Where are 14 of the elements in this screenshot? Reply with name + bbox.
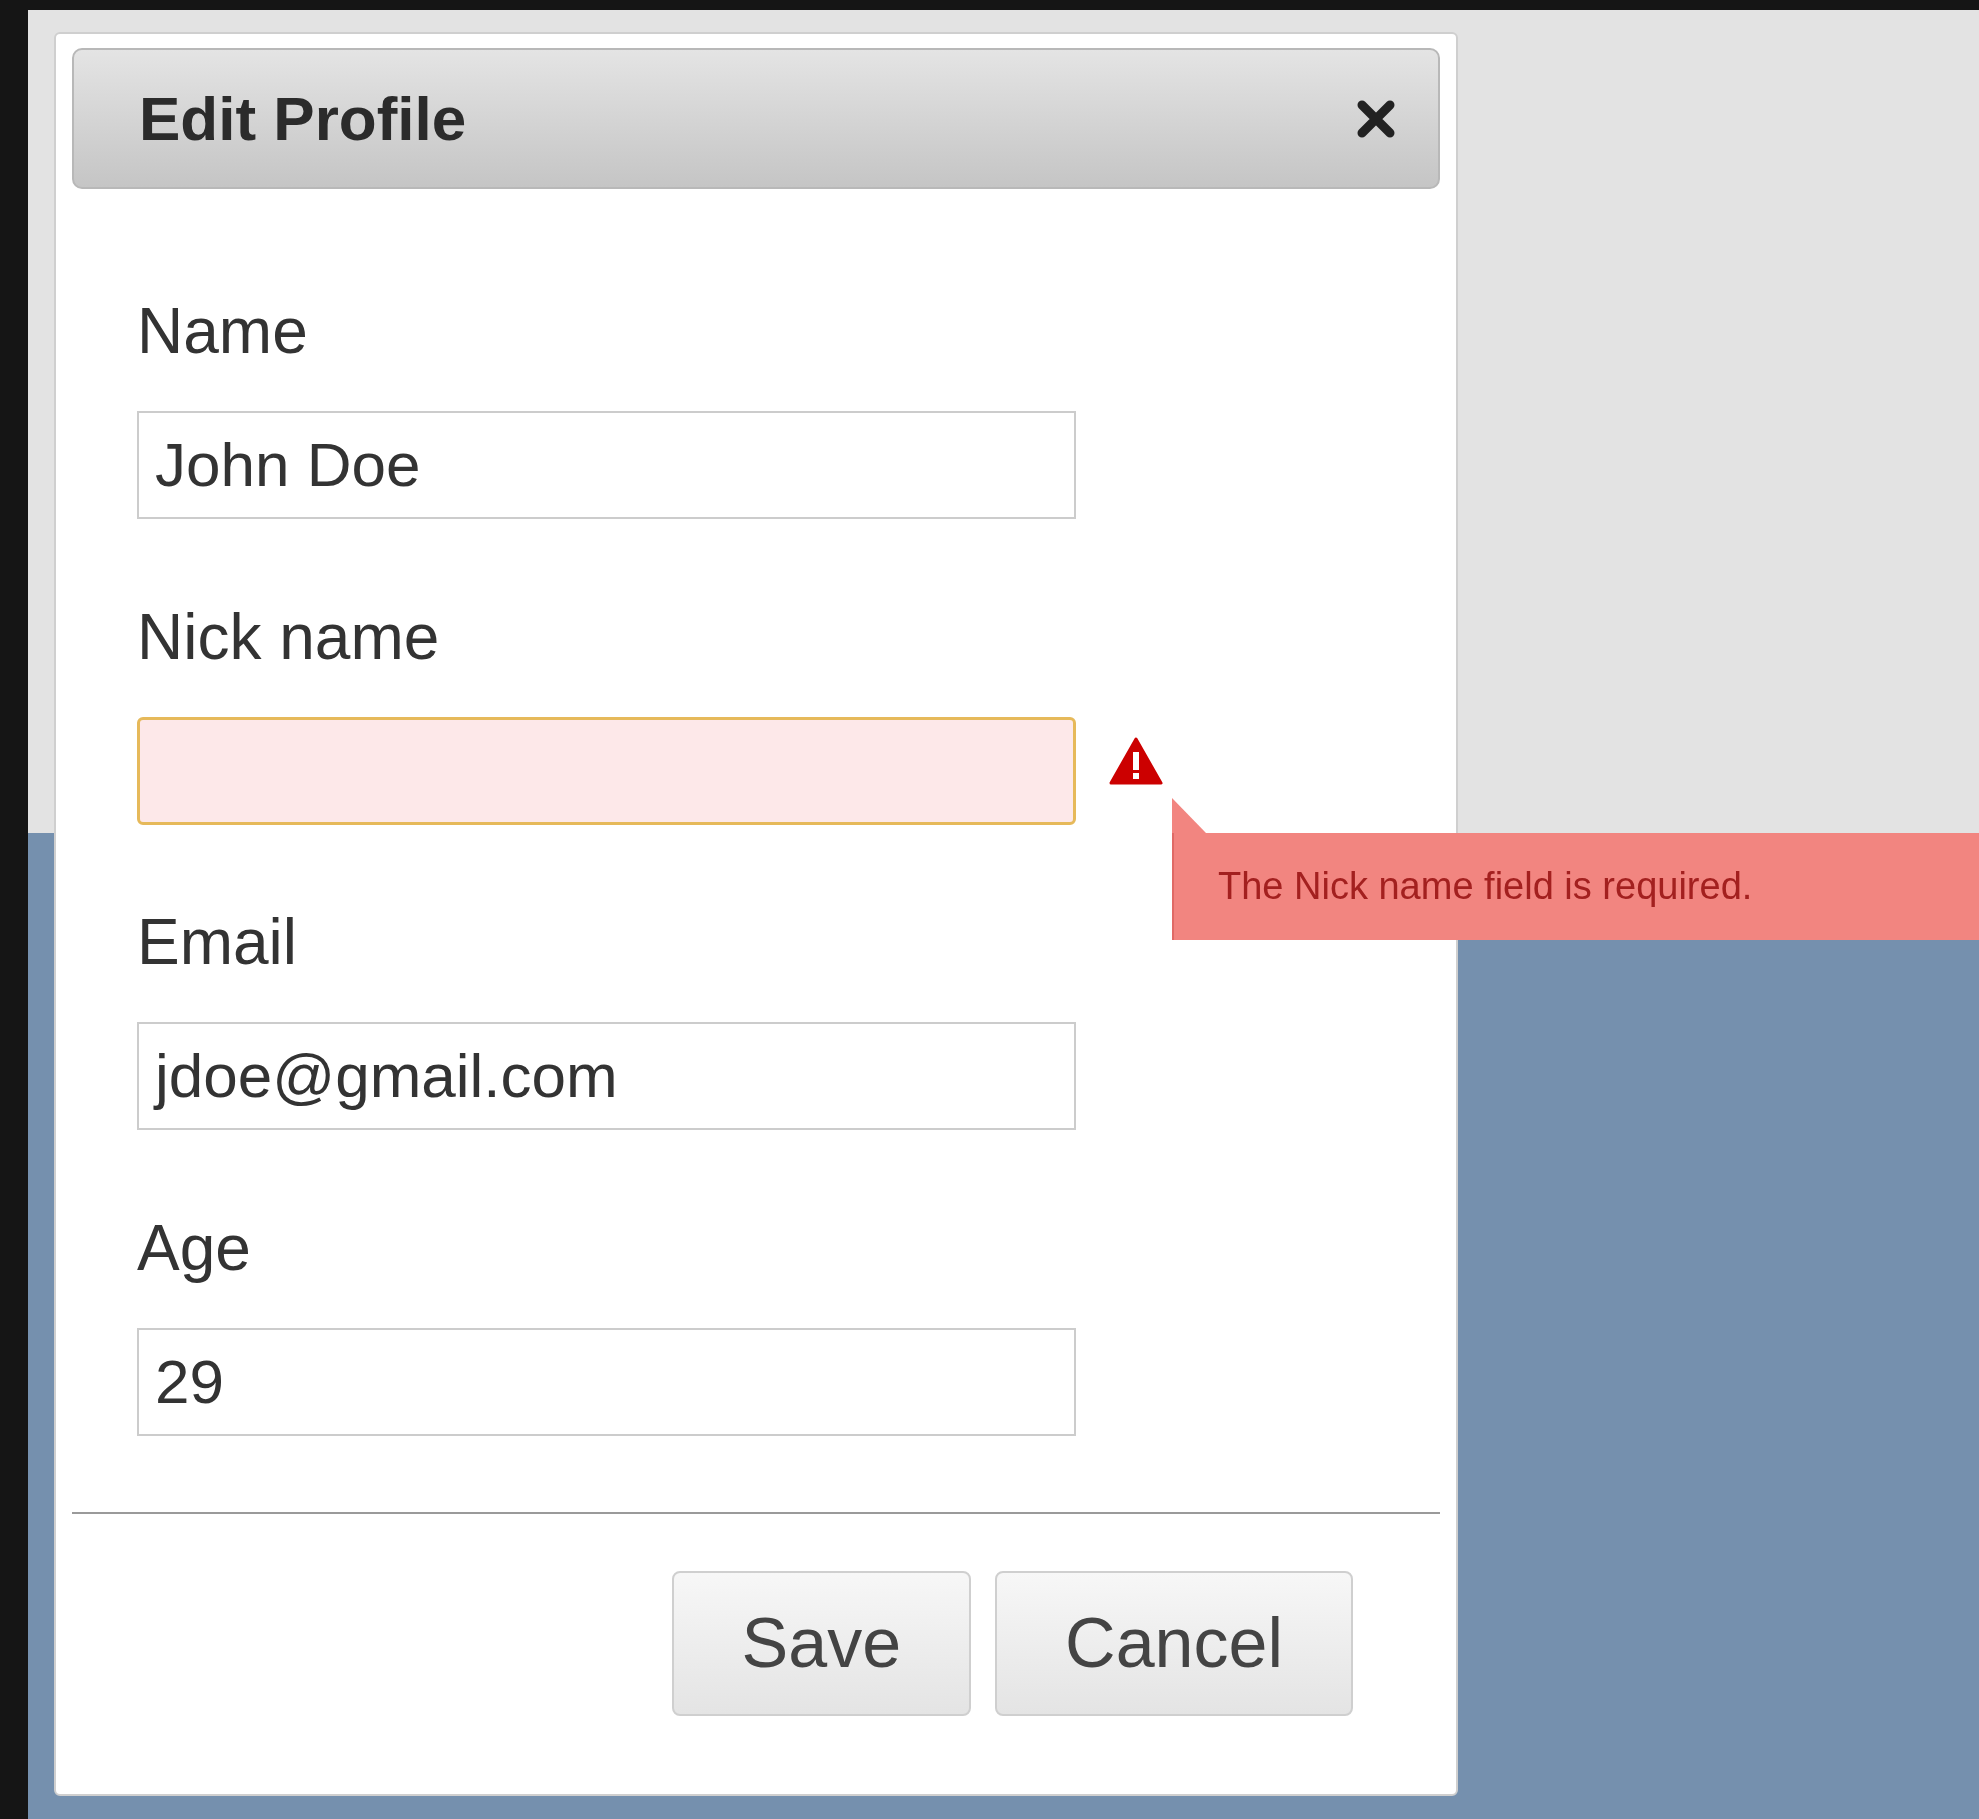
warning-icon: [1109, 737, 1163, 785]
cancel-button[interactable]: Cancel: [995, 1571, 1353, 1716]
close-icon[interactable]: [1356, 98, 1396, 139]
field-label: Age: [137, 1211, 252, 1286]
save-button[interactable]: Save: [671, 1571, 972, 1716]
field-label: Nick name: [137, 600, 441, 675]
input-field[interactable]: [137, 717, 1076, 825]
input-field[interactable]: John Doe: [137, 411, 1076, 519]
error-message: The Nick name field is required.: [1218, 864, 1753, 909]
dialog-title: Edit Profile: [139, 83, 467, 155]
field-label: Name: [137, 294, 309, 369]
input-field[interactable]: jdoe@gmail.com: [137, 1022, 1076, 1130]
field-label: Email: [137, 905, 299, 980]
input-field[interactable]: 29: [137, 1328, 1076, 1436]
